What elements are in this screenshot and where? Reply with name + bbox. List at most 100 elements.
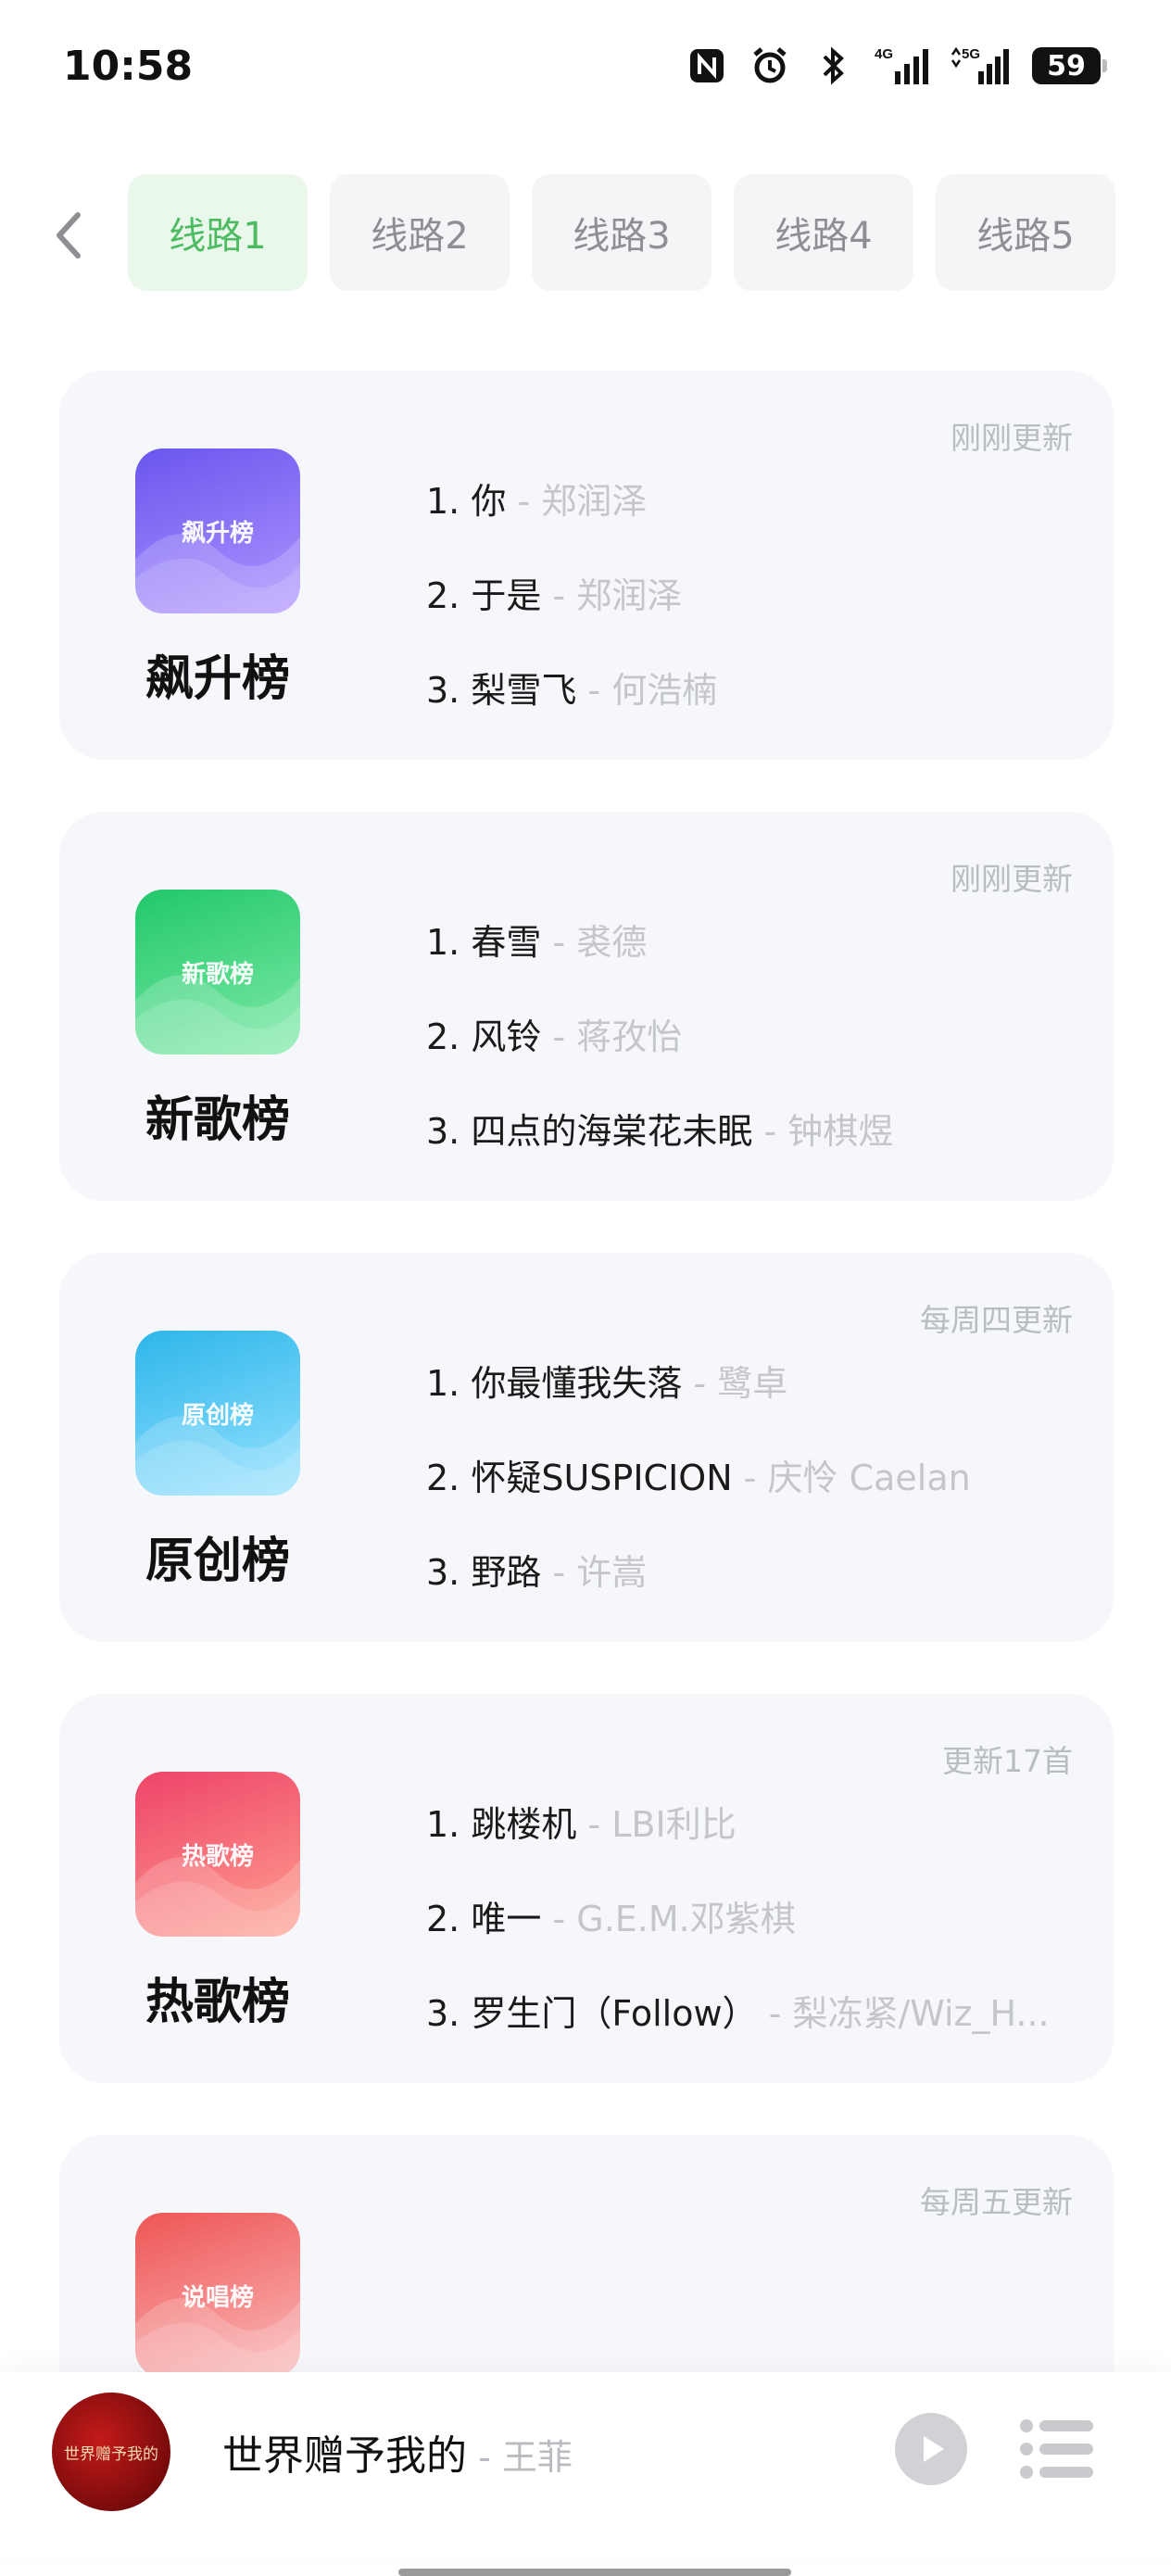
playlist-button[interactable]: [1019, 2417, 1095, 2481]
track-number: 2.: [426, 1017, 460, 1057]
chart-cover[interactable]: 飙升榜: [135, 448, 300, 613]
track-artist: 郑润泽: [541, 481, 648, 522]
home-indicator[interactable]: [398, 2569, 791, 2576]
tab-route-5[interactable]: 线路5: [936, 174, 1115, 291]
chart-card-original[interactable]: 每周四更新 原创榜 原创榜 1. 你最懂我失落 - 鹭卓 2. 怀疑SUSPIC…: [59, 1253, 1114, 1642]
track-number: 3.: [426, 1993, 460, 2034]
chart-card-soaring[interactable]: 刚刚更新 飙升榜 飙升榜 1. 你 - 郑润泽 2. 于是 - 郑润泽 3. 梨…: [59, 371, 1114, 760]
track-song: 罗生门（Follow）: [471, 1993, 758, 2034]
track-number: 2.: [426, 575, 460, 616]
chart-title: 原创榜: [145, 1534, 290, 1589]
track-number: 1.: [426, 1363, 460, 1404]
signal-5g-icon: 5G: [951, 44, 1012, 87]
now-playing[interactable]: 世界赠予我的 - 王菲: [222, 2422, 573, 2481]
track-song: 唯一: [471, 1899, 542, 1939]
now-playing-song: 世界赠予我的: [222, 2432, 467, 2480]
mini-player[interactable]: 世界赠予我的 世界赠予我的 - 王菲: [0, 2372, 1171, 2557]
update-label: 更新17首: [942, 1743, 1073, 1779]
cover-label: 飙升榜: [181, 519, 254, 548]
track-item[interactable]: 1. 春雪 - 裘德: [426, 914, 647, 965]
track-number: 3.: [426, 670, 460, 711]
now-playing-artist: 王菲: [501, 2437, 573, 2478]
track-artist: G.E.M.邓紫棋: [576, 1899, 796, 1939]
chart-title: 热歌榜: [145, 1975, 290, 2030]
cover-label: 说唱榜: [181, 2283, 254, 2312]
track-item[interactable]: 3. 梨雪飞 - 何浩楠: [426, 662, 717, 713]
update-label: 刚刚更新: [951, 861, 1073, 897]
track-item[interactable]: 2. 于是 - 郑润泽: [426, 567, 682, 618]
back-button[interactable]: [44, 208, 91, 263]
update-label: 每周五更新: [920, 2184, 1073, 2220]
update-label: 每周四更新: [920, 1302, 1073, 1338]
track-song: 风铃: [471, 1017, 542, 1057]
chart-card-new-songs[interactable]: 刚刚更新 新歌榜 新歌榜 1. 春雪 - 裘德 2. 风铃 - 蒋孜怡 3. 四…: [59, 812, 1114, 1201]
track-song: 怀疑SUSPICION: [471, 1458, 733, 1498]
nfc-icon: [686, 44, 728, 87]
status-icons: 4G 5G 59: [686, 44, 1107, 87]
track-item[interactable]: 1. 你最懂我失落 - 鹭卓: [426, 1355, 787, 1406]
track-artist: 鹭卓: [717, 1363, 788, 1404]
track-artist: 何浩楠: [611, 670, 718, 711]
track-song: 你: [471, 481, 507, 522]
track-artist: 梨冻紧/Wiz_H...: [792, 1993, 1050, 2034]
chart-title: 新歌榜: [145, 1092, 290, 1148]
track-item[interactable]: 2. 唯一 - G.E.M.邓紫棋: [426, 1890, 796, 1941]
track-number: 3.: [426, 1552, 460, 1593]
cover-label: 原创榜: [181, 1401, 254, 1430]
track-item[interactable]: 1. 跳楼机 - LBI利比: [426, 1796, 737, 1847]
update-label: 刚刚更新: [951, 420, 1073, 456]
tab-route-1[interactable]: 线路1: [128, 174, 308, 291]
chart-title: 飙升榜: [145, 651, 290, 707]
chart-cover[interactable]: 新歌榜: [135, 890, 300, 1054]
track-artist: 许嵩: [576, 1552, 648, 1593]
status-time: 10:58: [63, 43, 194, 90]
play-icon: [924, 2436, 944, 2462]
album-art[interactable]: 世界赠予我的: [52, 2393, 170, 2511]
track-number: 1.: [426, 481, 460, 522]
track-song: 梨雪飞: [471, 670, 577, 711]
tab-route-2[interactable]: 线路2: [330, 174, 510, 291]
track-number: 1.: [426, 1804, 460, 1845]
track-number: 3.: [426, 1111, 460, 1152]
svg-text:5G: 5G: [962, 46, 980, 62]
signal-4g-icon: 4G: [875, 44, 930, 87]
chevron-left-icon: [57, 212, 81, 259]
track-artist: 裘德: [576, 922, 648, 963]
track-item[interactable]: 2. 怀疑SUSPICION - 庆怜 Caelan: [426, 1449, 971, 1500]
chart-card-hot-songs[interactable]: 更新17首 热歌榜 热歌榜 1. 跳楼机 - LBI利比 2. 唯一 - G.E…: [59, 1694, 1114, 2083]
track-song: 四点的海棠花未眠: [471, 1111, 753, 1152]
alarm-icon: [749, 44, 791, 87]
track-song: 跳楼机: [471, 1804, 577, 1845]
chart-cover[interactable]: 原创榜: [135, 1331, 300, 1496]
chart-cover[interactable]: 热歌榜: [135, 1772, 300, 1937]
track-item[interactable]: 2. 风铃 - 蒋孜怡: [426, 1008, 682, 1059]
track-artist: 郑润泽: [576, 575, 683, 616]
battery-icon: 59: [1032, 47, 1107, 84]
track-artist: 蒋孜怡: [576, 1017, 683, 1057]
status-bar: 10:58 4G 5G 59: [0, 0, 1171, 139]
track-song: 于是: [471, 575, 542, 616]
track-song: 春雪: [471, 922, 542, 963]
svg-text:4G: 4G: [875, 46, 893, 62]
track-item[interactable]: 3. 四点的海棠花未眠 - 钟棋煜: [426, 1103, 893, 1154]
track-number: 1.: [426, 922, 460, 963]
track-song: 野路: [471, 1552, 542, 1593]
track-item[interactable]: 3. 罗生门（Follow） - 梨冻紧/Wiz_H...: [426, 1985, 1050, 2036]
chart-cover[interactable]: 说唱榜: [135, 2213, 300, 2378]
playlist-icon: [1020, 2419, 1093, 2479]
bluetooth-icon: [812, 44, 854, 87]
track-artist: LBI利比: [611, 1804, 737, 1845]
tab-route-3[interactable]: 线路3: [532, 174, 711, 291]
cover-label: 热歌榜: [181, 1842, 254, 1871]
track-song: 你最懂我失落: [471, 1363, 683, 1404]
route-tabs: 线路1 线路2 线路3 线路4 线路5: [0, 174, 1171, 293]
track-item[interactable]: 3. 野路 - 许嵩: [426, 1544, 647, 1595]
track-number: 2.: [426, 1458, 460, 1498]
tab-route-4[interactable]: 线路4: [734, 174, 913, 291]
cover-label: 新歌榜: [181, 960, 254, 989]
track-item[interactable]: 1. 你 - 郑润泽: [426, 473, 647, 524]
track-artist: 钟棋煜: [787, 1111, 894, 1152]
track-number: 2.: [426, 1899, 460, 1939]
play-button[interactable]: [895, 2413, 967, 2485]
track-artist: 庆怜 Caelan: [767, 1458, 971, 1498]
